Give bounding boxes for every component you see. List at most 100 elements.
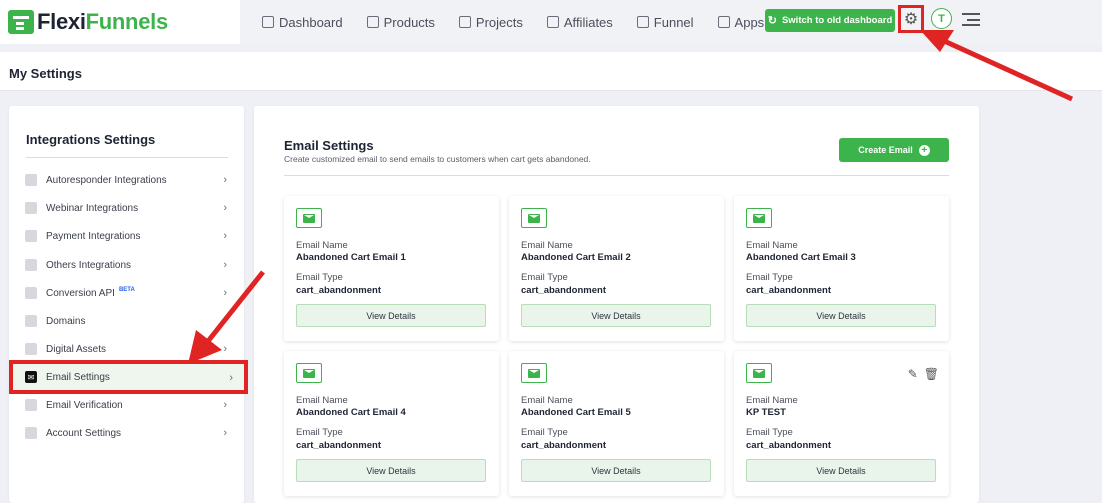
logo[interactable]: FlexiFunnels	[0, 0, 240, 44]
chevron-right-icon: ›	[223, 343, 227, 355]
email-name-label: Email Name	[296, 240, 348, 251]
sidebar-item-email-verification[interactable]: Email Verification ›	[9, 392, 244, 418]
section-subtitle: Create customized email to send emails t…	[284, 154, 591, 164]
settings-gear-icon[interactable]: ⚙	[898, 5, 924, 33]
email-type-value: cart_abandonment	[521, 440, 606, 451]
page-header: My Settings	[0, 52, 1102, 91]
chevron-right-icon: ›	[223, 230, 227, 242]
switch-dashboard-label: Switch to old dashboard	[781, 15, 893, 26]
store-icon	[366, 16, 379, 28]
email-card: Email Name Abandoned Cart Email 5 Email …	[509, 351, 724, 496]
nav-products-label: Products	[383, 14, 435, 30]
avatar[interactable]: T	[931, 8, 952, 29]
nav-funnel[interactable]: Funnel	[636, 14, 694, 30]
sidebar-item-label: Email Settings	[46, 371, 110, 383]
email-type-label: Email Type	[296, 272, 343, 283]
mail-icon	[746, 363, 772, 383]
sidebar-item-webinar[interactable]: Webinar Integrations ›	[9, 195, 244, 221]
sidebar-item-domains[interactable]: Domains ›	[9, 308, 244, 334]
document-icon	[25, 259, 37, 271]
sidebar-item-conversion-api[interactable]: Conversion API BETA ›	[9, 280, 244, 306]
nav-affiliates[interactable]: Affiliates	[546, 14, 613, 30]
email-type-value: cart_abandonment	[296, 440, 381, 451]
settings-sidebar: Integrations Settings Autoresponder Inte…	[9, 106, 248, 503]
view-details-button[interactable]: View Details	[521, 304, 711, 327]
view-details-button[interactable]: View Details	[296, 459, 486, 482]
sidebar-item-email-settings[interactable]: ✉ Email Settings ›	[9, 360, 248, 394]
create-email-button[interactable]: Create Email +	[839, 138, 949, 162]
edit-icon[interactable]: ✎	[908, 367, 918, 381]
dollar-icon	[25, 230, 37, 242]
sidebar-item-label: Digital Assets	[46, 343, 107, 355]
nav-apps[interactable]: Apps	[717, 14, 765, 30]
grid-icon	[262, 16, 274, 28]
email-name-label: Email Name	[746, 395, 798, 406]
funnel-icon	[636, 16, 649, 28]
email-name-value: Abandoned Cart Email 1	[296, 252, 406, 263]
chevron-right-icon: ›	[229, 372, 233, 384]
menu-icon[interactable]	[962, 13, 980, 26]
user-icon	[25, 174, 37, 186]
email-type-value: cart_abandonment	[521, 285, 606, 296]
logo-text-flexi: Flexi	[37, 9, 86, 34]
create-email-label: Create Email	[858, 145, 913, 155]
email-name-value: Abandoned Cart Email 2	[521, 252, 631, 263]
chevron-right-icon: ›	[223, 287, 227, 299]
sidebar-item-payment[interactable]: Payment Integrations ›	[9, 223, 244, 249]
nav-products[interactable]: Products	[366, 14, 435, 30]
email-name-label: Email Name	[521, 240, 573, 251]
email-settings-panel: Email Settings Create customized email t…	[254, 106, 979, 503]
mail-icon	[521, 363, 547, 383]
section-title: Email Settings	[284, 138, 374, 153]
nav-apps-label: Apps	[734, 14, 765, 30]
email-type-label: Email Type	[521, 272, 568, 283]
sidebar-item-digital-assets[interactable]: Digital Assets ›	[9, 336, 244, 362]
mail-icon	[296, 363, 322, 383]
view-details-button[interactable]: View Details	[521, 459, 711, 482]
gear-icon	[25, 427, 37, 439]
email-name-label: Email Name	[746, 240, 798, 251]
logo-icon	[8, 10, 34, 34]
view-details-button[interactable]: View Details	[746, 304, 936, 327]
trash-icon[interactable]: 🗑	[924, 367, 939, 381]
email-card: Email Name Abandoned Cart Email 3 Email …	[734, 196, 949, 341]
sidebar-item-label: Email Verification	[46, 399, 123, 411]
nav-funnel-label: Funnel	[653, 14, 694, 30]
nav-dashboard[interactable]: Dashboard	[262, 15, 343, 30]
sidebar-item-autoresponder[interactable]: Autoresponder Integrations ›	[9, 167, 244, 193]
email-type-label: Email Type	[746, 272, 793, 283]
sidebar-item-others[interactable]: Others Integrations ›	[9, 252, 244, 278]
view-details-button[interactable]: View Details	[296, 304, 486, 327]
nav-projects-label: Projects	[475, 14, 523, 30]
chevron-right-icon: ›	[223, 399, 227, 411]
video-icon	[25, 202, 37, 214]
refresh-icon: ↻	[767, 15, 777, 27]
card-actions: ✎ 🗑	[908, 367, 939, 381]
switch-dashboard-button[interactable]: ↻ Switch to old dashboard	[765, 9, 895, 32]
mail-icon	[521, 208, 547, 228]
email-name-label: Email Name	[296, 395, 348, 406]
nav-affiliates-label: Affiliates	[563, 14, 613, 30]
handshake-icon	[546, 16, 559, 28]
plus-circle-icon: +	[918, 144, 930, 156]
beta-badge: BETA	[118, 287, 135, 293]
email-card: Email Name Abandoned Cart Email 1 Email …	[284, 196, 499, 341]
sidebar-title: Integrations Settings	[26, 132, 156, 147]
email-name-value: Abandoned Cart Email 3	[746, 252, 856, 263]
email-type-label: Email Type	[296, 427, 343, 438]
sidebar-item-account-settings[interactable]: Account Settings ›	[9, 420, 244, 446]
page-title: My Settings	[9, 66, 82, 81]
chevron-right-icon: ›	[223, 427, 227, 439]
logo-text: FlexiFunnels	[37, 9, 168, 35]
mail-check-icon	[25, 399, 37, 411]
sidebar-item-label: Autoresponder Integrations	[46, 174, 167, 186]
logo-text-funnels: Funnels	[85, 9, 169, 34]
sidebar-item-label: Conversion API	[46, 287, 115, 299]
view-details-button[interactable]: View Details	[746, 459, 936, 482]
apps-icon	[717, 16, 730, 28]
nav-dashboard-label: Dashboard	[279, 14, 343, 30]
nav-projects[interactable]: Projects	[458, 14, 523, 30]
chevron-right-icon: ›	[223, 259, 227, 271]
document-icon	[458, 16, 471, 28]
email-card: Email Name Abandoned Cart Email 2 Email …	[509, 196, 724, 341]
